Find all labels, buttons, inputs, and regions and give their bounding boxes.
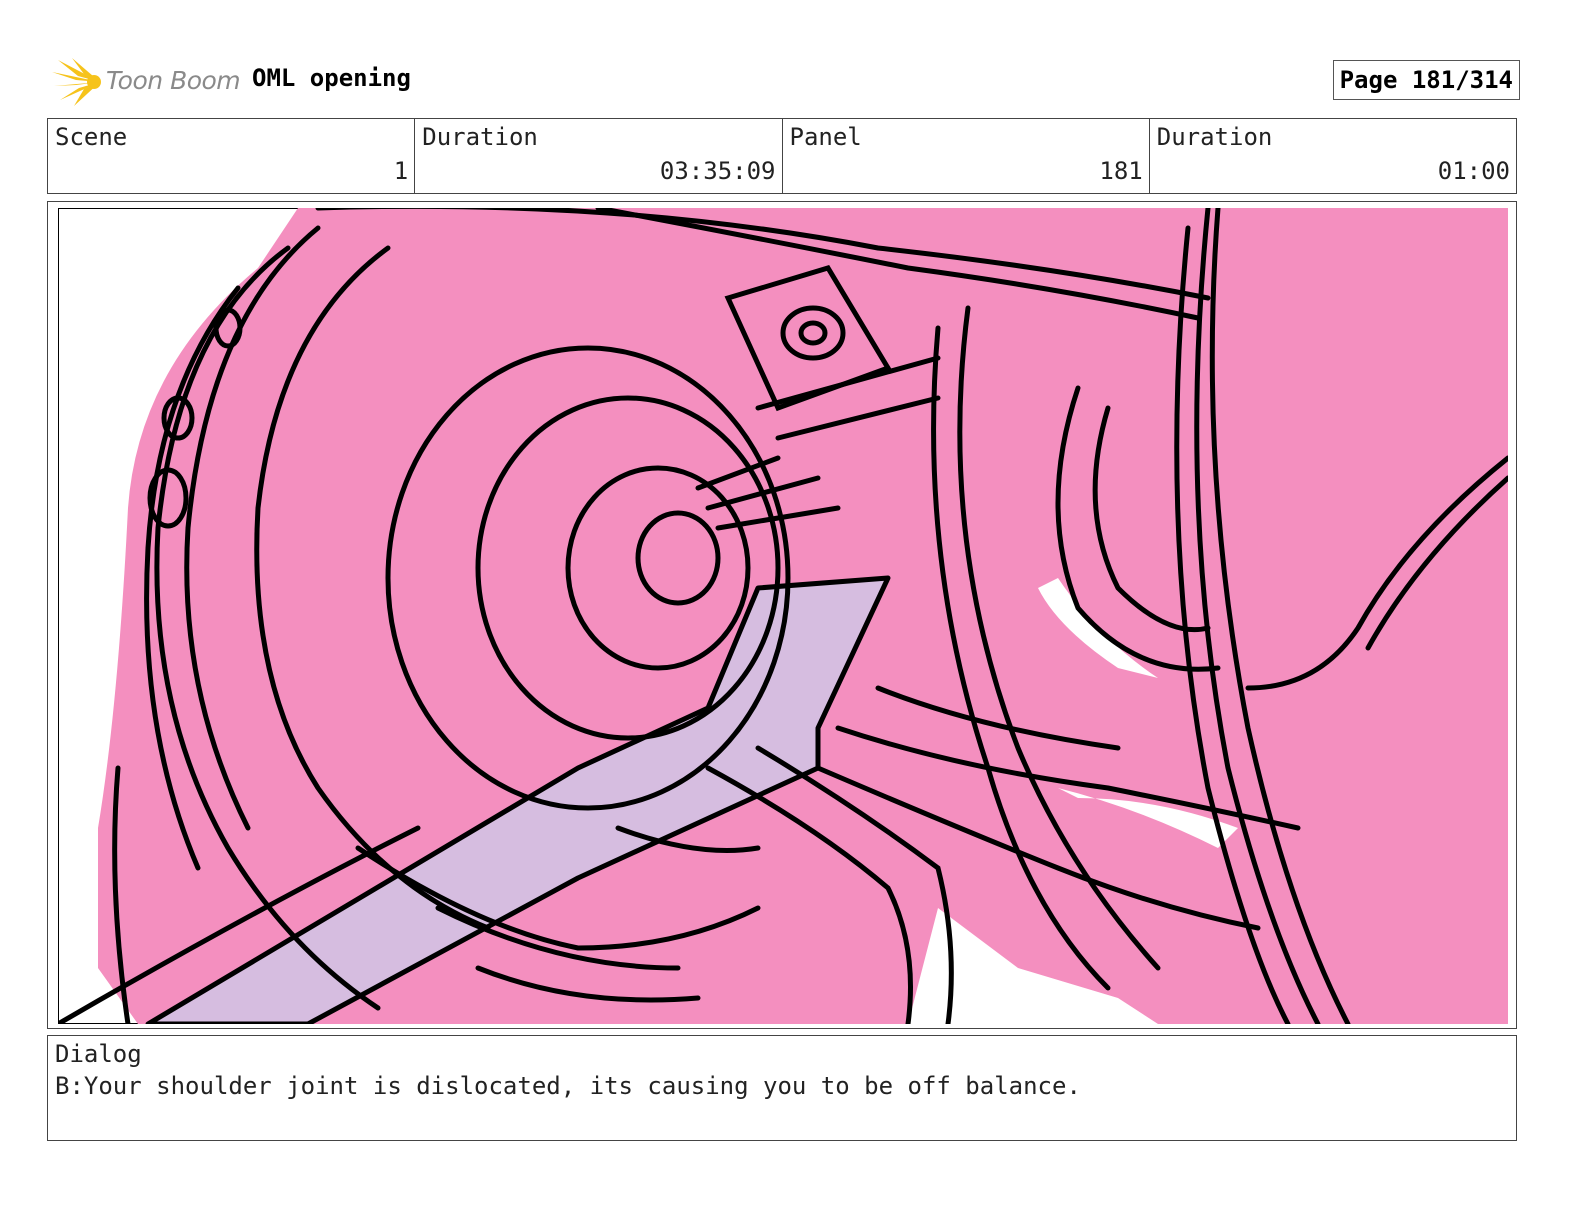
- page-indicator: Page 181/314: [1332, 60, 1520, 100]
- scene-value: 1: [393, 157, 409, 185]
- storyboard-panel: [47, 201, 1517, 1029]
- scene-info-table: Scene 1 Duration 03:35:09 Panel 181 Dura…: [47, 118, 1517, 194]
- logo-text: Toon Boom: [106, 66, 241, 95]
- panel-cell: Panel 181: [783, 119, 1150, 193]
- scene-cell: Scene 1: [48, 119, 416, 193]
- panel-duration-label: Duration: [1156, 123, 1273, 151]
- panel-duration-value: 01:00: [1437, 157, 1510, 185]
- toon-boom-logo: Toon Boom: [52, 56, 242, 108]
- panel-label: Panel: [789, 123, 862, 151]
- storyboard-sketch-icon: [58, 208, 1508, 1024]
- scene-duration-value: 03:35:09: [659, 157, 776, 185]
- scene-duration-label: Duration: [422, 123, 538, 151]
- dialog-box: Dialog B:Your shoulder joint is dislocat…: [47, 1035, 1517, 1141]
- dialog-label: Dialog: [55, 1040, 142, 1068]
- page-header: Toon Boom OML opening Page 181/314: [50, 56, 1520, 108]
- starburst-icon: [52, 58, 101, 106]
- dialog-text: B:Your shoulder joint is dislocated, its…: [55, 1072, 1081, 1100]
- panel-duration-cell: Duration 01:00: [1150, 119, 1516, 193]
- panel-value: 181: [1099, 157, 1143, 185]
- scene-label: Scene: [55, 123, 128, 151]
- project-title: OML opening: [252, 64, 411, 92]
- scene-duration-cell: Duration 03:35:09: [415, 119, 783, 193]
